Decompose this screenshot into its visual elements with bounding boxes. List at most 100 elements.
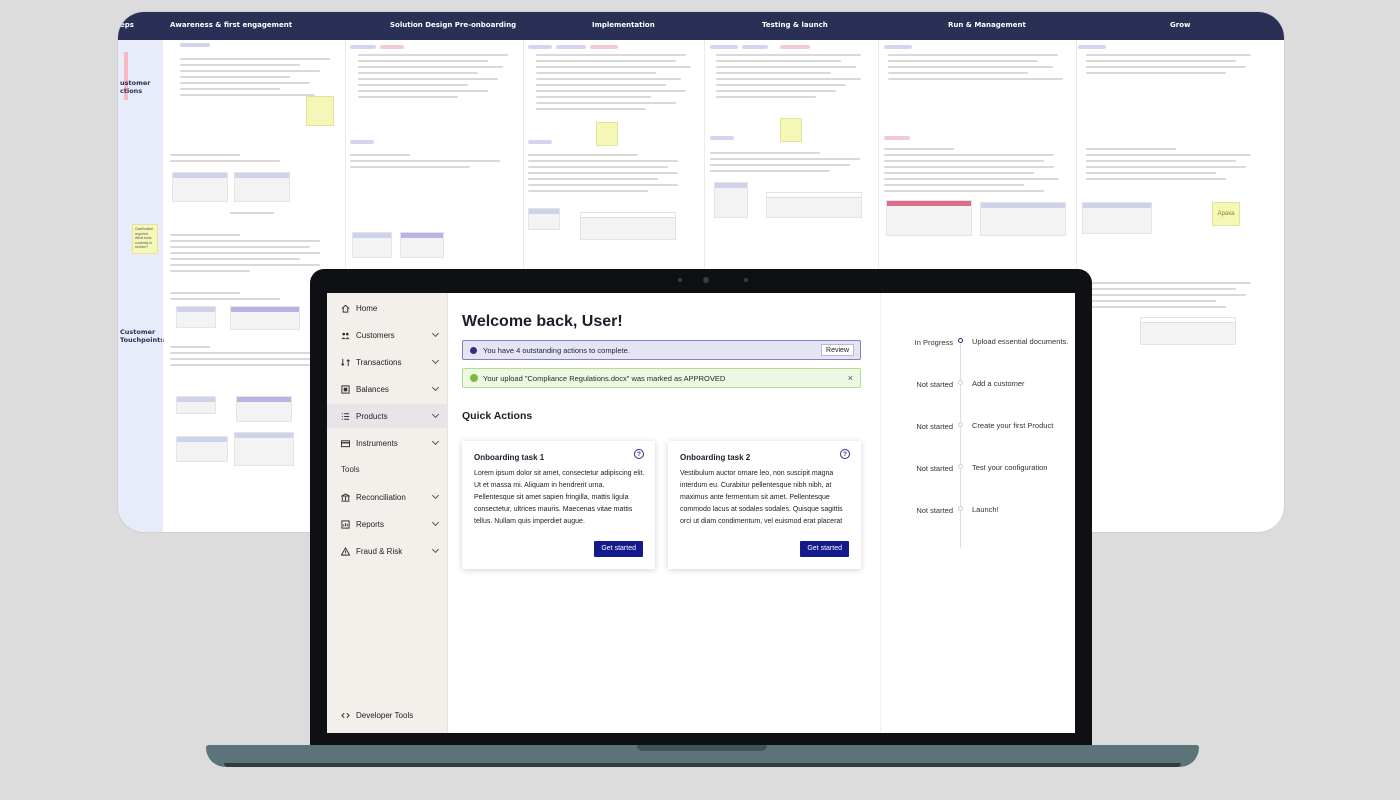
board-column-testing: Testing & launch: [762, 21, 828, 29]
alert-text: You have 4 outstanding actions to comple…: [483, 345, 630, 355]
get-started-button[interactable]: Get started: [594, 541, 643, 557]
sidebar-item-balances[interactable]: Balances: [327, 377, 448, 401]
board-sticky-note: [780, 118, 802, 142]
laptop: Home Customers Transactions Balances Pro…: [310, 269, 1092, 745]
review-button[interactable]: Review: [821, 344, 854, 356]
card-icon: [341, 439, 350, 448]
sidebar-item-products[interactable]: Products: [327, 404, 448, 428]
board-sticky-note: [596, 122, 618, 146]
sensor-icon: [744, 278, 748, 282]
sidebar-section-tools: Tools: [341, 465, 360, 474]
check-circle-icon: [470, 374, 478, 382]
onboarding-task-card: Onboarding task 1 ? Lorem ipsum dolor si…: [462, 441, 655, 569]
card-title: Onboarding task 1: [474, 453, 545, 462]
chevron-down-icon: [431, 518, 440, 527]
board-sticky-note: [306, 96, 334, 126]
board-row-label-actions: ustomer ctions: [120, 79, 151, 95]
step-pending-icon: [958, 506, 963, 511]
step-status: In Progress: [914, 338, 953, 347]
sidebar: Home Customers Transactions Balances Pro…: [327, 293, 448, 733]
board-column-awareness: Awareness & first engagement: [170, 21, 293, 29]
onboarding-progress-tracker: In Progress Upload essential documents. …: [880, 293, 1075, 733]
chevron-down-icon: [431, 491, 440, 500]
step-current-icon: [958, 338, 963, 343]
step-pending-icon: [958, 464, 963, 469]
get-started-button[interactable]: Get started: [800, 541, 849, 557]
sidebar-item-reports[interactable]: Reports: [327, 512, 448, 536]
onboarding-task-card: Onboarding task 2 ? Vestibulum auctor or…: [668, 441, 861, 569]
help-icon[interactable]: ?: [634, 449, 644, 459]
quick-actions-title: Quick Actions: [462, 410, 533, 422]
board-row-label-touchpoints: Customer Touchpoints: [120, 328, 165, 344]
sidebar-item-label: Transactions: [356, 357, 402, 367]
step-label[interactable]: Create your first Product: [972, 420, 1072, 432]
transactions-icon: [341, 358, 350, 367]
sidebar-item-reconciliation[interactable]: Reconciliation: [327, 485, 448, 509]
sidebar-item-label: Instruments: [356, 438, 398, 448]
sidebar-item-home[interactable]: Home: [327, 296, 448, 320]
balances-icon: [341, 384, 350, 394]
users-icon: [341, 331, 350, 340]
home-icon: [341, 304, 350, 313]
bank-icon: [341, 492, 350, 502]
tracker-line: [960, 338, 961, 548]
upload-approved-alert: Your upload "Compliance Regulations.docx…: [462, 368, 861, 388]
board-column-solution-design: Solution Design Pre-onboarding: [390, 21, 517, 29]
sidebar-item-developer-tools[interactable]: Developer Tools: [327, 703, 448, 727]
step-pending-icon: [958, 422, 963, 427]
step-status: Not started: [916, 464, 953, 473]
board-sticky-note: Apaxa: [1212, 202, 1240, 226]
board-column-grow: Grow: [1170, 21, 1191, 29]
step-label[interactable]: Add a customer: [972, 378, 1072, 390]
board-row-header-column: [118, 40, 162, 532]
board-header: eps Awareness & first engagement Solutio…: [118, 12, 1284, 40]
close-icon[interactable]: ×: [848, 373, 853, 383]
list-icon: [341, 412, 350, 421]
help-icon[interactable]: ?: [840, 449, 850, 459]
sidebar-item-fraud-risk[interactable]: Fraud & Risk: [327, 539, 448, 563]
warning-icon: [341, 546, 350, 556]
sensor-icon: [678, 278, 682, 282]
chevron-down-icon: [431, 329, 440, 338]
main-content: Welcome back, User! You have 4 outstandi…: [448, 293, 880, 733]
step-status: Not started: [916, 506, 953, 515]
chevron-down-icon: [431, 356, 440, 365]
sidebar-item-label: Products: [356, 411, 388, 421]
laptop-hinge-notch: [637, 745, 767, 751]
webcam-icon: [703, 277, 709, 283]
board-sticky-note: Clarification required What tools curren…: [132, 224, 158, 254]
card-title: Onboarding task 2: [680, 453, 751, 462]
outstanding-actions-alert: You have 4 outstanding actions to comple…: [462, 340, 861, 360]
page-title: Welcome back, User!: [462, 313, 623, 330]
step-label[interactable]: Test your configuration: [972, 462, 1072, 474]
report-icon: [341, 519, 350, 529]
code-icon: [341, 711, 350, 720]
sidebar-item-instruments[interactable]: Instruments: [327, 431, 448, 455]
sidebar-item-label: Balances: [356, 384, 389, 394]
sidebar-item-label: Reconciliation: [356, 492, 406, 502]
board-divider: [162, 40, 163, 532]
chevron-down-icon: [431, 437, 440, 446]
sidebar-item-label: Developer Tools: [356, 710, 414, 720]
laptop-base: [206, 745, 1199, 767]
step-label[interactable]: Upload essential documents.: [972, 336, 1072, 348]
sidebar-item-label: Home: [356, 303, 378, 313]
step-label[interactable]: Launch!: [972, 504, 1072, 516]
info-icon: [470, 346, 477, 354]
step-status: Not started: [916, 422, 953, 431]
chevron-down-icon: [431, 545, 440, 554]
sidebar-item-customers[interactable]: Customers: [327, 323, 448, 347]
sidebar-item-label: Reports: [356, 519, 385, 529]
step-pending-icon: [958, 380, 963, 385]
board-column-implementation: Implementation: [592, 21, 655, 29]
chevron-down-icon: [431, 410, 440, 419]
app-screen: Home Customers Transactions Balances Pro…: [327, 293, 1075, 733]
sidebar-item-label: Customers: [356, 330, 395, 340]
card-description: Vestibulum auctor ornare leo, non suscip…: [680, 470, 843, 525]
sidebar-item-label: Fraud & Risk: [356, 546, 403, 556]
laptop-base-edge: [224, 763, 1181, 767]
sidebar-item-transactions[interactable]: Transactions: [327, 350, 448, 374]
board-column-steps: eps: [120, 21, 134, 29]
chevron-down-icon: [431, 383, 440, 392]
card-description: Lorem ipsum dolor sit amet, consectetur …: [474, 470, 645, 525]
